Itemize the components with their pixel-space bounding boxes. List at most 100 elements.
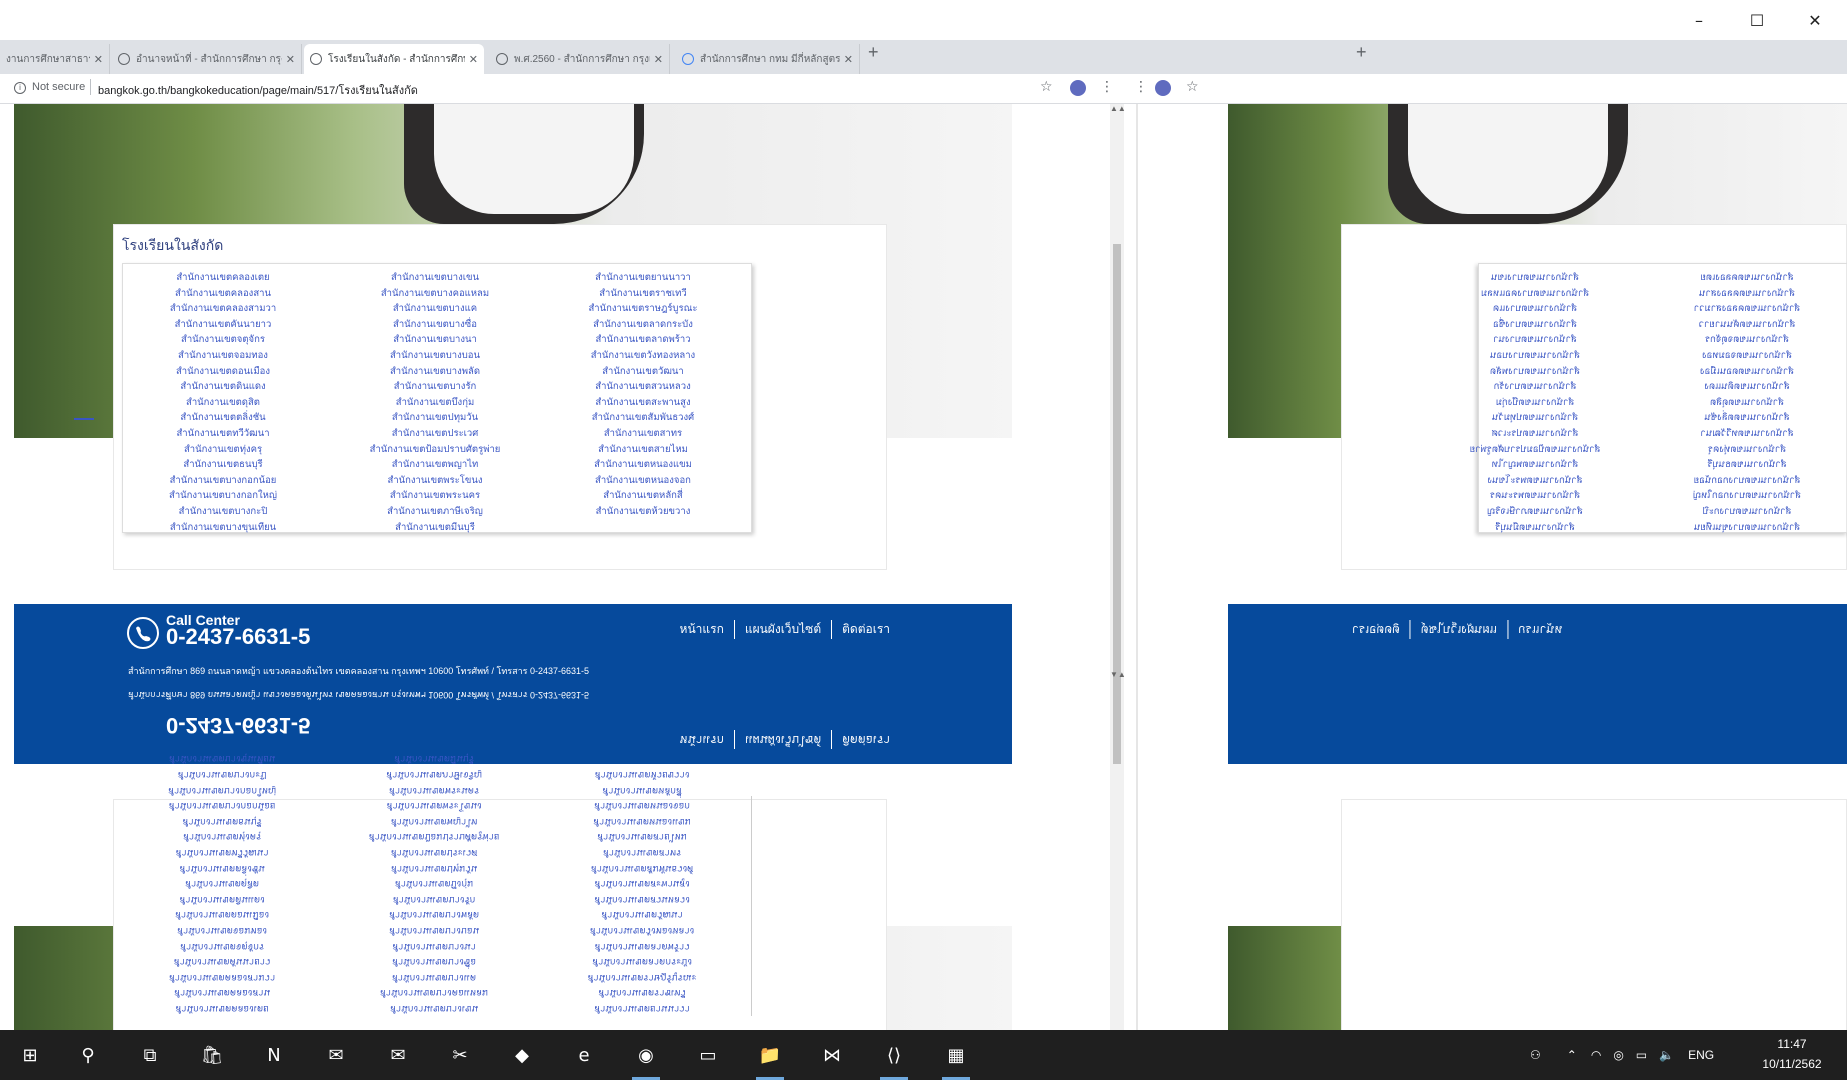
school-link[interactable]: สำนักงานเขตคลองสาน	[1647, 286, 1847, 302]
school-link[interactable]: สำนักงานเขตปทุมวัน	[334, 860, 534, 876]
menu-kebab-icon[interactable]: ⋮	[1100, 79, 1114, 95]
school-link[interactable]: สำนักงานเขตพระนคร	[334, 782, 534, 798]
school-link[interactable]: สำนักงานเขตวังทองหลาง	[543, 348, 743, 364]
school-link[interactable]: สำนักงานเขตหลักสี่	[543, 488, 743, 504]
school-link[interactable]: สำนักงานเขตจตุจักร	[123, 332, 323, 348]
school-link[interactable]: สำนักงานเขตบางขุนเทียน	[122, 751, 322, 767]
school-link[interactable]: สำนักงานเขตหนองแขม	[543, 457, 743, 473]
school-link[interactable]: สำนักงานเขตมีนบุรี	[335, 520, 535, 536]
school-link[interactable]: สำนักงานเขตบางกอกใหญ่	[1647, 488, 1847, 504]
school-link[interactable]: สำนักงานเขตประเวศ	[334, 844, 534, 860]
school-link[interactable]: สำนักงานเขตบึงกุ่ม	[334, 876, 534, 892]
school-link[interactable]: สำนักงานเขตบางขุนเทียน	[123, 520, 323, 536]
edge-icon[interactable]: e	[568, 1039, 600, 1071]
school-link[interactable]: สำนักงานเขตลาดพร้าว	[543, 332, 743, 348]
school-link[interactable]: สำนักงานเขตราชเทวี	[542, 985, 742, 1001]
school-link[interactable]: สำนักงานเขตบางเขน	[334, 1000, 534, 1016]
browser-tab[interactable]: อำนาจหน้าที่ - สำนักการศึกษา กรุงเทพ ✕	[112, 44, 302, 74]
school-link[interactable]: สำนักงานเขตทวีวัฒนา	[122, 844, 322, 860]
scroll-split-icon[interactable]: ▼▲	[1110, 670, 1126, 679]
vscode-icon[interactable]: ⟨⟩	[878, 1039, 910, 1080]
school-link[interactable]: สำนักงานเขตหนองจอก	[542, 798, 742, 814]
school-link[interactable]: สำนักงานเขตคลองสามวา	[123, 301, 323, 317]
tab-close-icon[interactable]: ✕	[469, 53, 478, 66]
tab-close-icon[interactable]: ✕	[94, 53, 103, 66]
school-link[interactable]: สำนักงานเขตบางกอกน้อย	[122, 798, 322, 814]
school-link[interactable]: สำนักงานเขตทวีวัฒนา	[1647, 426, 1847, 442]
school-link[interactable]: สำนักงานเขตคลองเตย	[1647, 270, 1847, 286]
school-link[interactable]: สำนักงานเขตบางซื่อ	[334, 954, 534, 970]
school-link[interactable]: สำนักงานเขตบางพลัด	[335, 364, 535, 380]
chip-icon[interactable]: ▭	[692, 1039, 724, 1071]
school-link[interactable]: สำนักงานเขตบางบอน	[1435, 348, 1635, 364]
mail-icon[interactable]: ✉	[382, 1039, 414, 1071]
school-link[interactable]: สำนักงานเขตพญาไท	[335, 457, 535, 473]
school-link[interactable]: สำนักงานเขตประเวศ	[335, 426, 535, 442]
footer-link-contact[interactable]: ติดต่อเรา	[831, 620, 900, 639]
school-link[interactable]: สำนักงานเขตบึงกุ่ม	[1435, 395, 1635, 411]
school-link[interactable]: สำนักงานเขตห้วยขวาง	[542, 767, 742, 783]
close-window-button[interactable]: ✕	[1786, 0, 1844, 40]
school-link[interactable]: สำนักงานเขตบางกะปิ	[123, 504, 323, 520]
school-link[interactable]: สำนักงานเขตสวนหลวง	[542, 891, 742, 907]
school-link[interactable]: สำนักงานเขตสะพานสูง	[543, 395, 743, 411]
language-indicator[interactable]: ENG	[1688, 1048, 1714, 1062]
school-link[interactable]: สำนักงานเขตสายไหม	[542, 829, 742, 845]
minimize-button[interactable]: –	[1670, 0, 1728, 40]
new-tab-button[interactable]: +	[1356, 42, 1367, 63]
school-link[interactable]: สำนักงานเขตลาดพร้าว	[542, 938, 742, 954]
footer-link-home[interactable]: หน้าแรก	[670, 620, 734, 639]
school-link[interactable]: สำนักงานเขตห้วยขวาง	[543, 504, 743, 520]
school-link[interactable]: สำนักงานเขตทุ่งครุ	[1647, 442, 1847, 458]
school-link[interactable]: สำนักงานเขตบางรัก	[335, 379, 535, 395]
vertical-scrollbar[interactable]: ▲▲ ▼▲	[1110, 104, 1126, 1030]
task-view-icon[interactable]: ⧉	[134, 1039, 166, 1071]
school-link[interactable]: สำนักงานเขตบางคอแหลม	[1435, 286, 1635, 302]
chevron-up-icon[interactable]: ⌃	[1567, 1048, 1577, 1062]
school-link[interactable]: สำนักงานเขตบางกอกใหญ่	[122, 782, 322, 798]
school-link[interactable]: สำนักงานเขตสะพานสูง	[542, 876, 742, 892]
school-link[interactable]: สำนักงานเขตบางแค	[335, 301, 535, 317]
school-link[interactable]: สำนักงานเขตบางรัก	[1435, 379, 1635, 395]
school-link[interactable]: สำนักงานเขตตลิ่งชัน	[123, 410, 323, 426]
school-link[interactable]: สำนักงานเขตคลองสาน	[123, 286, 323, 302]
school-link[interactable]: สำนักงานเขตภาษีเจริญ	[1435, 504, 1635, 520]
school-link[interactable]: สำนักงานเขตคลองสาน	[122, 985, 322, 1001]
school-link[interactable]: สำนักงานเขตภาษีเจริญ	[335, 504, 535, 520]
school-link[interactable]: สำนักงานเขตดอนเมือง	[1647, 364, 1847, 380]
battery-icon[interactable]: ▭	[1636, 1048, 1647, 1062]
school-link[interactable]: สำนักงานเขตบางขุนเทียน	[1647, 520, 1847, 536]
school-link[interactable]: สำนักงานเขตบางเขน	[335, 270, 535, 286]
school-link[interactable]: สำนักงานเขตธนบุรี	[123, 457, 323, 473]
volume-muted-icon[interactable]: 🔈	[1659, 1048, 1674, 1062]
school-link[interactable]: สำนักงานเขตดอนเมือง	[122, 907, 322, 923]
wifi-icon[interactable]: ◠	[1591, 1048, 1601, 1062]
school-link[interactable]: สำนักงานเขตป้อมปราบศัตรูพ่าย	[334, 829, 534, 845]
school-link[interactable]: สำนักงานเขตยานนาวา	[542, 1000, 742, 1016]
school-link[interactable]: สำนักงานเขตวัฒนา	[543, 364, 743, 380]
school-link[interactable]: สำนักงานเขตสาทร	[542, 844, 742, 860]
scroll-up-icon[interactable]: ▲▲	[1110, 104, 1126, 113]
school-link[interactable]: สำนักงานเขตคันนายาว	[122, 954, 322, 970]
school-link[interactable]: สำนักงานเขตคลองสามวา	[1647, 301, 1847, 317]
people-icon[interactable]: ⚇	[1530, 1048, 1541, 1062]
school-link[interactable]: สำนักงานเขตสัมพันธวงศ์	[543, 410, 743, 426]
search-icon[interactable]: ⚲	[72, 1039, 104, 1071]
school-link[interactable]: สำนักงานเขตปทุมวัน	[1435, 410, 1635, 426]
snipping-tool-icon[interactable]: ✂	[444, 1039, 476, 1071]
antivirus-icon[interactable]: ◎	[1613, 1048, 1623, 1062]
school-link[interactable]: สำนักงานเขตคลองสามวา	[122, 969, 322, 985]
school-link[interactable]: สำนักงานเขตพระโขนง	[335, 473, 535, 489]
school-link[interactable]: สำนักงานเขตบึงกุ่ม	[335, 395, 535, 411]
school-link[interactable]: สำนักงานเขตทุ่งครุ	[122, 829, 322, 845]
school-link[interactable]: สำนักงานเขตจอมทอง	[1647, 348, 1847, 364]
app-icon[interactable]: ◆	[506, 1039, 538, 1071]
menu-kebab-icon[interactable]: ⋮	[1134, 79, 1148, 95]
school-link[interactable]: สำนักงานเขตบางนา	[335, 332, 535, 348]
school-link[interactable]: สำนักงานเขตดินแดง	[123, 379, 323, 395]
school-link[interactable]: สำนักงานเขตมีนบุรี	[1435, 520, 1635, 536]
file-explorer-icon[interactable]: 📁	[754, 1039, 786, 1080]
school-link[interactable]: สำนักงานเขตลาดกระบัง	[542, 954, 742, 970]
profile-avatar[interactable]	[1070, 80, 1086, 96]
profile-avatar[interactable]	[1155, 80, 1171, 96]
